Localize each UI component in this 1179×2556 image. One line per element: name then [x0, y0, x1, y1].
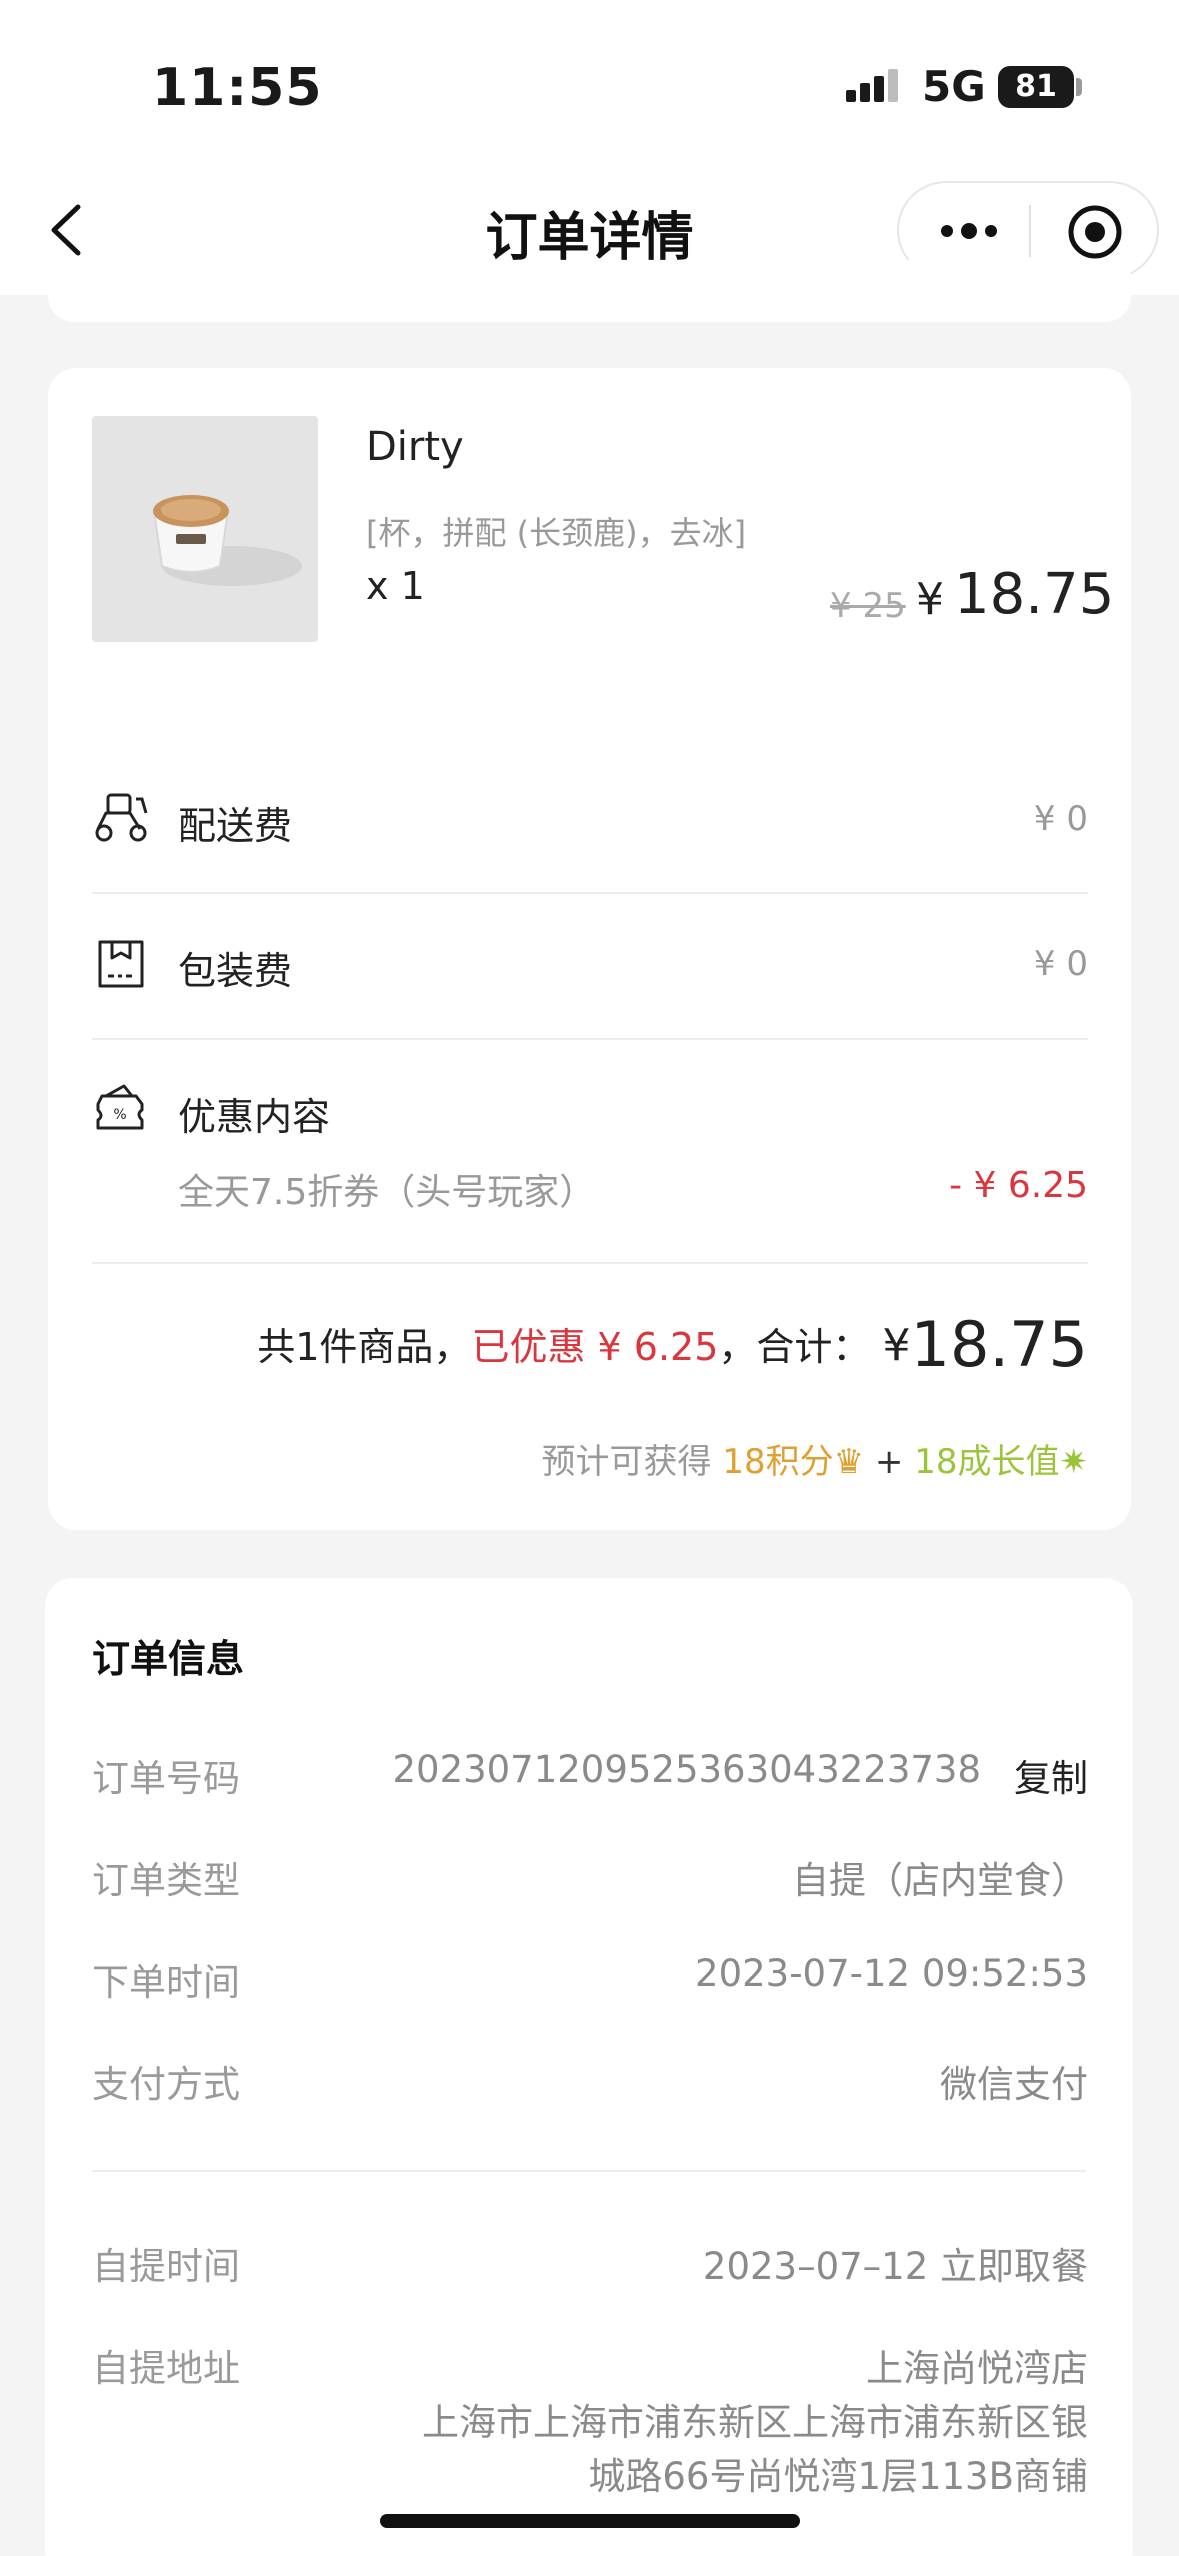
divider: [92, 2170, 1086, 2172]
network-type: 5G: [922, 62, 986, 111]
pickup-store-name: 上海尚悦湾店: [866, 2347, 1088, 2390]
delivery-fee-value: ¥ 0: [1033, 799, 1088, 839]
total-label: ，合计：: [718, 1325, 871, 1369]
product-image: [92, 416, 318, 642]
rewards-estimate: 预计可获得 18积分♛ + 18成长值✷: [542, 1434, 1088, 1483]
order-items-card: Dirty [杯，拼配 (长颈鹿)，去冰] x 1 ¥ 25 ¥ 18.75 配…: [48, 368, 1131, 1530]
pickup-address-line2: 城路66号尚悦湾1层113B商铺: [588, 2455, 1088, 2498]
svg-text:%: %: [113, 1107, 126, 1123]
order-info-title: 订单信息: [92, 1637, 245, 1681]
sparkle-icon: ✷: [1059, 1442, 1089, 1482]
packaging-fee-label: 包装费: [178, 949, 293, 993]
total-amount: 18.75: [910, 1308, 1089, 1381]
product-price: 18.75: [954, 562, 1115, 627]
product-quantity: x 1: [366, 564, 425, 608]
order-number-value: 2023071209525363043223738: [392, 1748, 981, 1791]
copy-button[interactable]: 复制: [1014, 1748, 1088, 1802]
original-price: ¥ 25: [830, 586, 906, 626]
discount-row: % 优惠内容: [92, 1062, 1088, 1162]
price-symbol: ¥: [916, 574, 944, 625]
points-value: 18积分: [722, 1442, 834, 1482]
order-number-label: 订单号码: [92, 1757, 240, 1800]
capsule-divider: [1029, 205, 1031, 257]
order-time-value: 2023-07-12 09:52:53: [695, 1952, 1088, 1995]
status-time: 11:55: [152, 58, 323, 118]
pickup-address-label: 自提地址: [92, 2347, 240, 2390]
packaging-fee-value: ¥ 0: [1033, 944, 1088, 984]
order-type-label: 订单类型: [92, 1859, 240, 1902]
points-prefix: 预计可获得: [541, 1442, 712, 1482]
battery-icon: 81: [998, 66, 1074, 108]
total-symbol: ¥: [882, 1320, 911, 1371]
coffee-cup-image: [92, 416, 318, 642]
scooter-icon: [95, 793, 148, 842]
coupon-icon: %: [96, 1084, 144, 1130]
divider: [92, 892, 1088, 894]
battery-tip: [1076, 78, 1082, 96]
divider: [92, 1038, 1088, 1040]
order-type-value: 自提（店内堂食）: [792, 1859, 1088, 1902]
order-time-label: 下单时间: [92, 1961, 240, 2004]
delivery-fee-label: 配送费: [178, 804, 293, 848]
pickup-time-value: 2023–07–12 立即取餐: [702, 2245, 1088, 2288]
discount-label: 优惠内容: [178, 1095, 331, 1139]
payment-method-value: 微信支付: [940, 2063, 1088, 2106]
discount-name: 全天7.5折券（头号玩家）: [178, 1172, 596, 1213]
divider: [92, 1262, 1088, 1264]
crown-icon: ♛: [833, 1442, 865, 1482]
signal-icon: [846, 69, 898, 102]
saved-amount: 已优惠 ¥ 6.25: [471, 1325, 719, 1369]
more-icon[interactable]: [939, 221, 999, 241]
delivery-fee-row: 配送费 ¥ 0: [92, 771, 1088, 871]
item-count-text: 共1件商品，: [257, 1325, 472, 1369]
discount-amount: - ¥ 6.25: [949, 1165, 1088, 1206]
status-bar: 11:55 5G 81: [0, 0, 1179, 165]
pickup-address-line1: 上海市上海市浦东新区上海市浦东新区银: [422, 2401, 1088, 2444]
payment-method-label: 支付方式: [92, 2063, 240, 2106]
home-indicator[interactable]: [380, 2514, 800, 2528]
packaging-fee-row: 包装费 ¥ 0: [92, 916, 1088, 1016]
product-name: Dirty: [366, 424, 464, 470]
close-target-icon[interactable]: [1066, 203, 1124, 261]
order-info-card: 订单信息 订单号码 2023071209525363043223738 复制 订…: [45, 1578, 1133, 2556]
previous-card-bottom: [48, 260, 1131, 322]
bag-icon: [98, 940, 144, 988]
growth-value: 18成长值: [914, 1442, 1060, 1482]
pickup-time-label: 自提时间: [92, 2245, 240, 2288]
product-spec: [杯，拼配 (长颈鹿)，去冰]: [366, 514, 747, 552]
order-summary: 共1件商品，已优惠 ¥ 6.25，合计： ¥18.75: [257, 1308, 1088, 1381]
plus-sign: +: [874, 1442, 904, 1482]
